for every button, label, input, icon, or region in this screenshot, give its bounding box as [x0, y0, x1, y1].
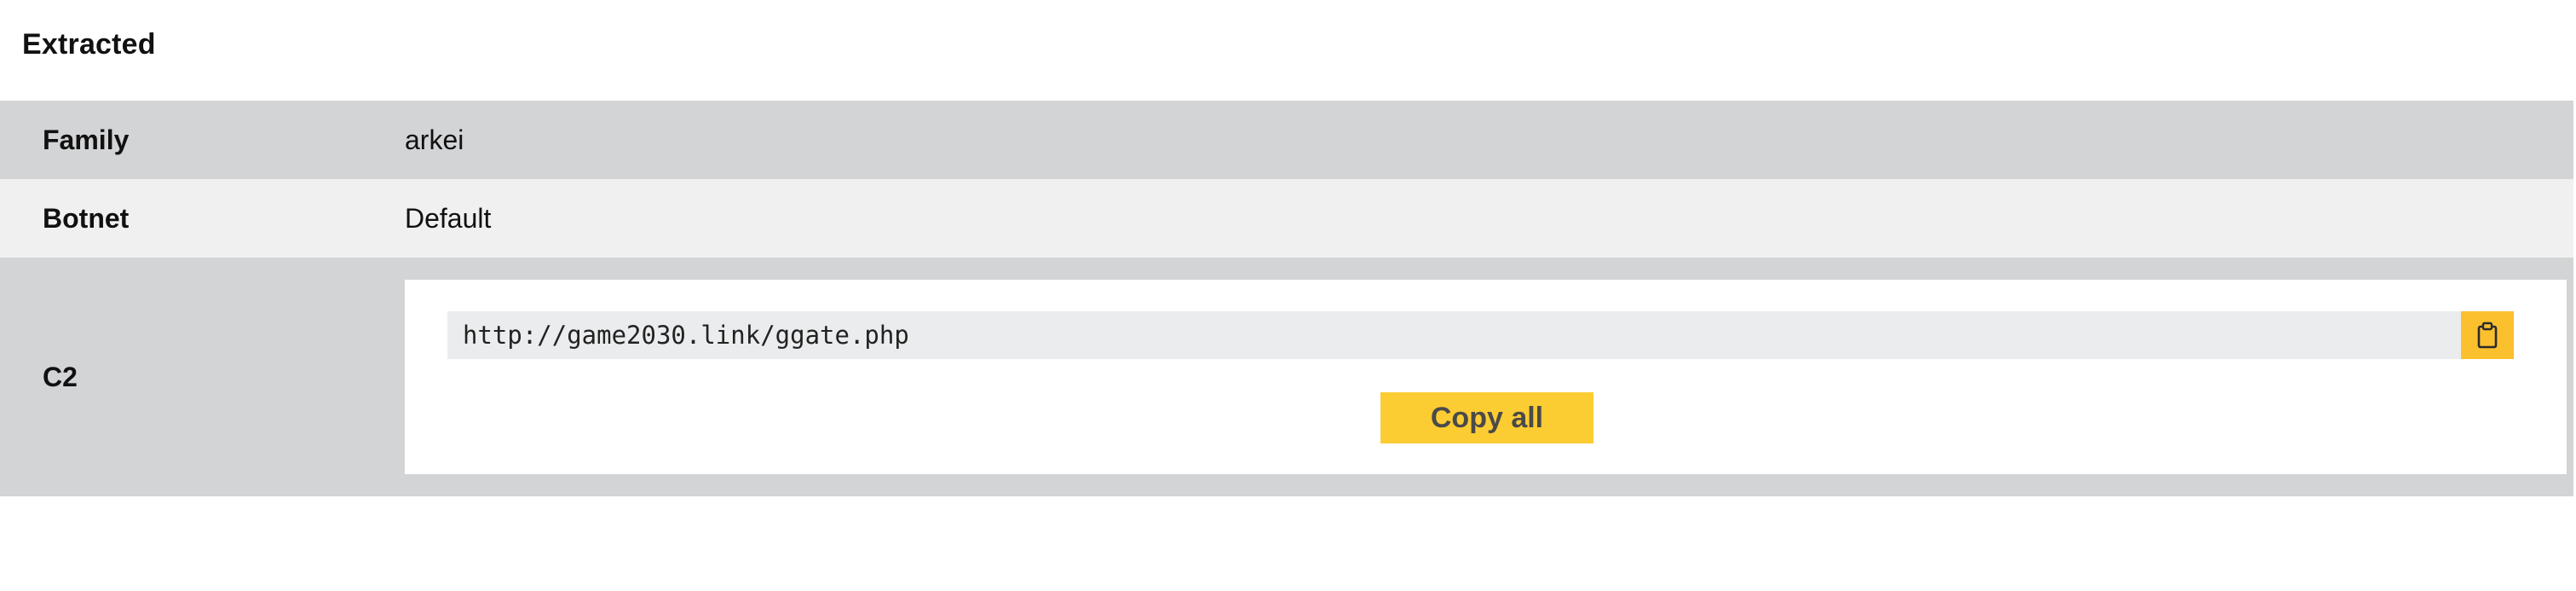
- row-value-family: arkei: [405, 124, 464, 155]
- section-title: Extracted: [22, 28, 156, 61]
- row-label-family: Family: [43, 124, 130, 155]
- c2-value-cell: http://game2030.link/ggate.php Copy all: [405, 258, 2573, 496]
- row-label-botnet: Botnet: [43, 202, 130, 234]
- extracted-table: Family arkei Botnet Default C2 http://ga…: [0, 101, 2573, 496]
- table-row-family: Family arkei: [0, 101, 2573, 179]
- c2-panel: http://game2030.link/ggate.php Copy all: [405, 280, 2567, 474]
- row-label-c2: C2: [43, 361, 78, 392]
- table-row-botnet: Botnet Default: [0, 179, 2573, 258]
- c2-url-text: http://game2030.link/ggate.php: [463, 321, 909, 350]
- row-value-botnet: Default: [405, 202, 492, 234]
- clipboard-icon: [2476, 322, 2498, 349]
- table-row-c2: C2 http://game2030.link/ggate.php Copy a: [0, 258, 2573, 496]
- copy-url-button[interactable]: [2461, 311, 2514, 359]
- copy-all-button[interactable]: Copy all: [1380, 392, 1593, 443]
- c2-url-field: http://game2030.link/ggate.php: [447, 311, 2514, 359]
